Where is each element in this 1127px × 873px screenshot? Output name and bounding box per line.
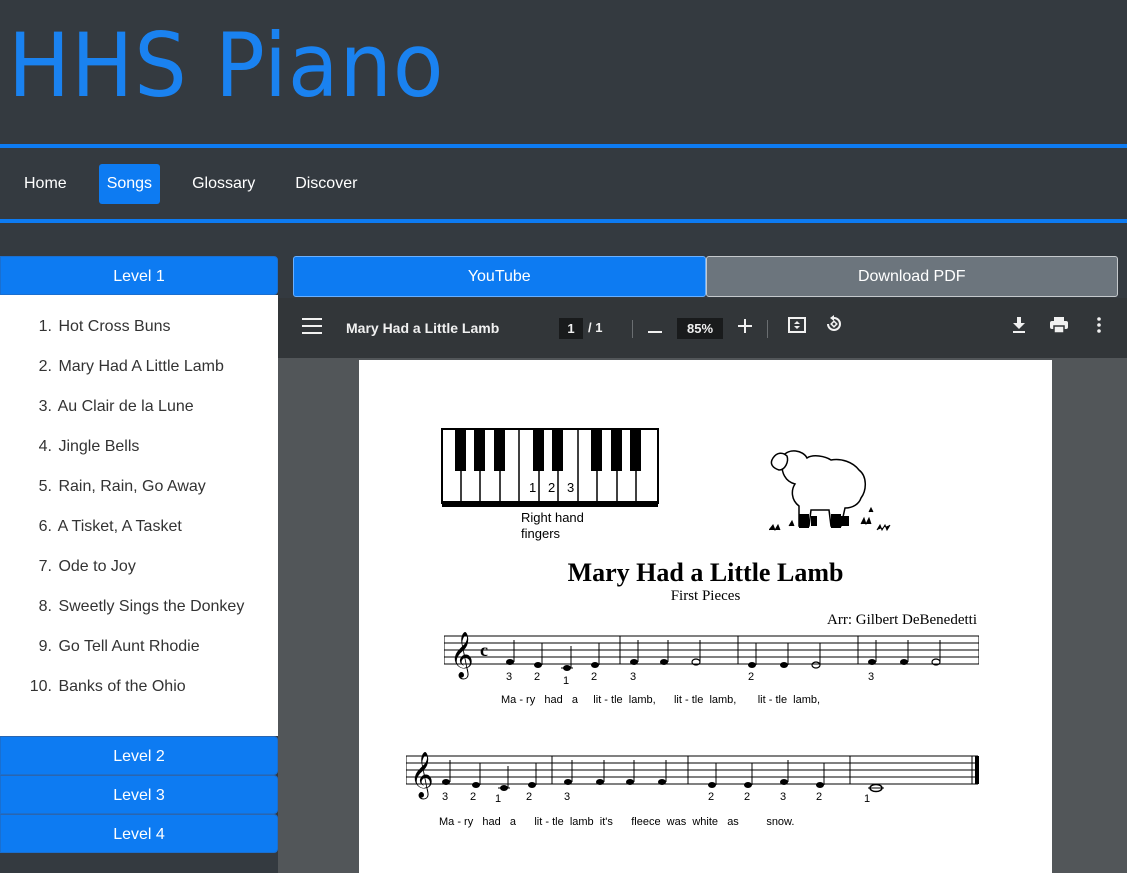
song-item[interactable]: 4. Jingle Bells bbox=[0, 427, 278, 467]
fingering-number: 2 bbox=[748, 671, 754, 683]
more-icon[interactable] bbox=[1087, 314, 1111, 340]
sheet-subtitle: First Pieces bbox=[670, 588, 741, 604]
song-item[interactable]: 6. A Tisket, A Tasket bbox=[0, 507, 278, 547]
nav-discover[interactable]: Discover bbox=[287, 164, 365, 204]
fingering-number: 2 bbox=[534, 671, 540, 683]
svg-text:𝄞: 𝄞 bbox=[410, 752, 434, 800]
download-pdf-button[interactable]: Download PDF bbox=[705, 256, 1118, 297]
svg-text:𝄞: 𝄞 bbox=[450, 632, 474, 680]
fingering-number: 1 bbox=[563, 675, 569, 687]
fingering-number: 2 bbox=[744, 791, 750, 803]
pdf-viewer: Mary Had a Little Lamb 1 / 1 85% 1 2 3 R… bbox=[278, 298, 1127, 873]
fingering-number: 2 bbox=[816, 791, 822, 803]
site-title: HHS Piano bbox=[8, 14, 445, 117]
lyrics-line-2: Ma - ry had a lit - tle lamb it's fleece… bbox=[439, 816, 795, 828]
fingering-number: 3 bbox=[564, 791, 570, 803]
music-staff-2: 𝄞 3 2 1 2 3 2 2 3 2 1 bbox=[406, 752, 979, 805]
fingering-number: 3 bbox=[868, 671, 874, 683]
fingering-number: 3 bbox=[630, 671, 636, 683]
header-divider-top bbox=[0, 144, 1127, 148]
lyrics-line-1: Ma - ry had a lit - tle lamb, lit - tle … bbox=[501, 694, 821, 706]
fingering-number: 1 bbox=[864, 793, 870, 805]
page-total: / 1 bbox=[588, 320, 603, 335]
level-buttons: Level 2 Level 3 Level 4 bbox=[0, 736, 278, 853]
fit-page-icon[interactable] bbox=[785, 314, 809, 340]
song-list: 1. Hot Cross Buns 2. Mary Had A Little L… bbox=[0, 295, 278, 736]
sheet-arranger: Arr: Gilbert DeBenedetti bbox=[827, 612, 977, 628]
music-staff-1: 𝄞 c 3 2 1 2 3 2 3 bbox=[444, 632, 979, 687]
rotate-icon[interactable] bbox=[822, 314, 846, 340]
song-item[interactable]: 10. Banks of the Ohio bbox=[0, 667, 278, 707]
fingering-number: 3 bbox=[442, 791, 448, 803]
download-icon[interactable] bbox=[1007, 314, 1031, 340]
song-item[interactable]: 1. Hot Cross Buns bbox=[0, 307, 278, 347]
svg-text:c: c bbox=[480, 640, 488, 660]
media-tabs: YouTube Download PDF bbox=[293, 256, 1118, 297]
level-4-button[interactable]: Level 4 bbox=[0, 814, 278, 853]
fingering-number: 2 bbox=[591, 671, 597, 683]
nav-songs[interactable]: Songs bbox=[98, 164, 161, 204]
key-number: 3 bbox=[567, 480, 575, 495]
level-2-button[interactable]: Level 2 bbox=[0, 736, 278, 775]
pdf-page: 1 2 3 Right hand fingers Mary Had a Litt… bbox=[359, 360, 1052, 873]
document-title: Mary Had a Little Lamb bbox=[346, 320, 500, 336]
fingering-number: 1 bbox=[495, 793, 501, 805]
key-number: 2 bbox=[548, 480, 556, 495]
youtube-button[interactable]: YouTube bbox=[293, 256, 706, 297]
fingering-number: 2 bbox=[708, 791, 714, 803]
header-divider-bottom bbox=[0, 219, 1127, 223]
song-item[interactable]: 7. Ode to Joy bbox=[0, 547, 278, 587]
level-3-button[interactable]: Level 3 bbox=[0, 775, 278, 814]
nav-home[interactable]: Home bbox=[16, 164, 75, 204]
song-sidebar: Level 1 1. Hot Cross Buns 2. Mary Had A … bbox=[0, 256, 278, 853]
lamb-illustration bbox=[769, 450, 891, 532]
fingering-number: 3 bbox=[780, 791, 786, 803]
piano-keyboard-illustration bbox=[441, 428, 659, 507]
zoom-out-icon[interactable] bbox=[643, 314, 667, 340]
menu-icon[interactable] bbox=[302, 318, 322, 334]
main-nav: Home Songs Glossary Discover bbox=[16, 164, 389, 204]
song-item[interactable]: 3. Au Clair de la Lune bbox=[0, 387, 278, 427]
fingering-number: 2 bbox=[470, 791, 476, 803]
song-item[interactable]: 8. Sweetly Sings the Donkey bbox=[0, 587, 278, 627]
key-number: 1 bbox=[529, 480, 537, 495]
song-item[interactable]: 5. Rain, Rain, Go Away bbox=[0, 467, 278, 507]
zoom-in-icon[interactable] bbox=[733, 314, 757, 340]
toolbar-divider bbox=[767, 320, 768, 338]
level-1-button[interactable]: Level 1 bbox=[0, 256, 278, 295]
zoom-level-input[interactable]: 85% bbox=[677, 318, 723, 339]
page-number-input[interactable]: 1 bbox=[559, 318, 583, 339]
nav-glossary[interactable]: Glossary bbox=[184, 164, 263, 204]
pdf-toolbar: Mary Had a Little Lamb 1 / 1 85% bbox=[278, 298, 1127, 358]
sheet-title: Mary Had a Little Lamb bbox=[567, 558, 844, 587]
toolbar-divider bbox=[632, 320, 633, 338]
print-icon[interactable] bbox=[1047, 314, 1071, 340]
fingers-caption: Right hand fingers bbox=[521, 510, 584, 541]
fingering-number: 2 bbox=[526, 791, 532, 803]
fingering-number: 3 bbox=[506, 671, 512, 683]
song-item[interactable]: 2. Mary Had A Little Lamb bbox=[0, 347, 278, 387]
song-item[interactable]: 9. Go Tell Aunt Rhodie bbox=[0, 627, 278, 667]
